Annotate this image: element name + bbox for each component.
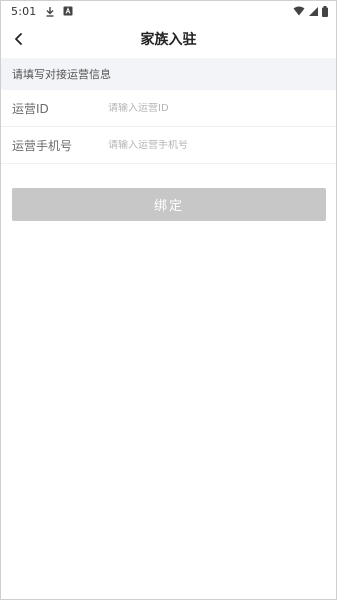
operator-phone-input[interactable] [108,139,336,151]
bind-button[interactable]: 绑定 [12,188,326,221]
battery-icon [322,5,328,17]
back-button[interactable] [7,27,31,51]
operator-id-label: 运营ID [12,101,49,116]
notification-a-icon [63,6,73,16]
signal-icon [309,6,318,16]
status-time: 5:01 [11,4,37,18]
download-icon [45,6,55,17]
status-bar: 5:01 [1,1,336,21]
app-screen: 5:01 家族入驻 请填写对接运营信息 运营ID 请输入运营ID 运营手机号 请… [0,0,337,600]
operator-id-row: 运营ID [1,90,336,127]
chevron-left-icon [14,33,24,45]
section-header: 请填写对接运营信息 [1,58,336,90]
wifi-icon [293,6,305,16]
nav-bar: 家族入驻 [1,21,336,57]
status-right [293,5,328,17]
status-left: 5:01 [11,5,73,18]
operator-id-input[interactable] [108,102,336,114]
operator-phone-label: 运营手机号 [12,138,73,153]
operator-phone-row: 运营手机号 [1,127,336,164]
page-title: 家族入驻 [140,32,197,48]
